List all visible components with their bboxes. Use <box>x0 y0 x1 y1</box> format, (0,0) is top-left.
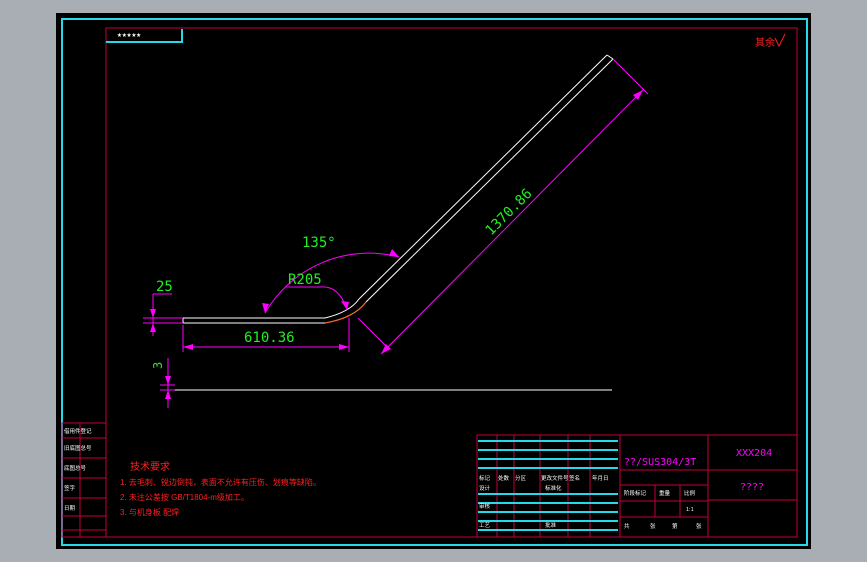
page-info-2: 张 <box>650 522 656 530</box>
page-info-4: 张 <box>696 522 702 530</box>
strip-label-5: 日期 <box>64 505 76 512</box>
notes-item-2: 2. 未注公差按 GB/T1804-m级加工。 <box>120 492 249 502</box>
sign-row-1: 设计 <box>479 484 491 492</box>
rev-header-1: 标记 <box>479 474 491 482</box>
stage-header-1: 阶段标记 <box>624 489 647 497</box>
dim-angle-text: 135° <box>302 235 336 251</box>
strip-label-2: 旧底图总号 <box>64 444 92 452</box>
drawing-number: XXX204 <box>736 448 772 459</box>
page-info-3: 第 <box>672 522 678 530</box>
notes-item-1: 1. 去毛刺、锐边倒钝，表面不允许有压伤、划痕等缺陷。 <box>120 477 321 487</box>
scale-value: 1:1 <box>686 507 694 513</box>
page-info-1: 共 <box>624 522 630 530</box>
cad-drawing-canvas[interactable]: ★★★★★ 其余 25 610.36 1370.86 135° R205 3 技… <box>0 0 867 562</box>
corner-tag: ★★★★★ <box>117 30 141 39</box>
strip-label-1: 借用件登记 <box>64 427 92 435</box>
sign-extra-2: 批准 <box>545 521 557 529</box>
sign-row-2: 审核 <box>479 502 491 510</box>
material-text: ??/SUS304/3T <box>624 457 696 468</box>
part-name: ???? <box>740 482 764 493</box>
strip-label-4: 签字 <box>64 484 76 492</box>
notes-title: 技术要求 <box>130 460 170 473</box>
rev-header-3: 分区 <box>515 474 527 482</box>
dim-short-length-text: 610.36 <box>244 330 295 346</box>
rev-header-4: 更改文件号 <box>541 474 569 482</box>
rev-header-2: 处数 <box>498 474 510 482</box>
sign-extra-1: 标准化 <box>545 484 562 492</box>
roughness-label: 其余 <box>755 36 775 49</box>
strip-label-3: 底图总号 <box>64 464 87 472</box>
dim-radius-text: R205 <box>288 272 322 288</box>
sign-row-3: 工艺 <box>479 522 491 529</box>
dim-thickness-text: 25 <box>156 279 173 295</box>
rev-header-5: 签名 <box>569 474 580 482</box>
stage-header-2: 重量 <box>659 489 671 497</box>
dim-gap-text: 3 <box>151 362 165 369</box>
rev-header-6: 年月日 <box>592 474 609 482</box>
notes-item-3: 3. 与机身板 配焊 <box>120 507 179 517</box>
stage-header-3: 比例 <box>684 489 696 497</box>
